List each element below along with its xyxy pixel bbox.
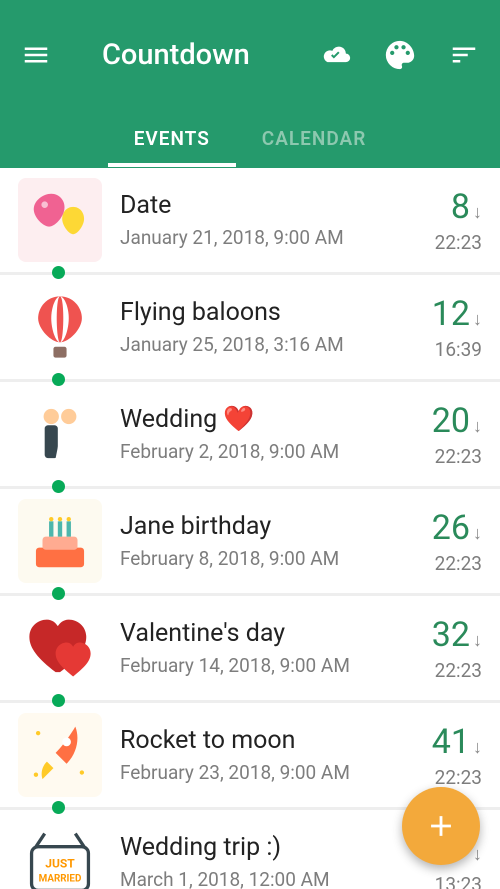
event-time: 22:23: [435, 445, 482, 468]
event-title: Date: [120, 191, 171, 220]
event-title: Rocket to moon: [120, 726, 295, 755]
event-time: 22:23: [435, 766, 482, 789]
palette-icon[interactable]: [382, 37, 418, 73]
event-days: 12: [432, 294, 470, 334]
arrow-down-icon: ↓: [473, 630, 482, 651]
event-date: March 1, 2018, 12:00 AM: [120, 868, 424, 889]
timeline-dot: [52, 587, 65, 600]
add-event-fab[interactable]: [402, 787, 480, 865]
cloud-check-icon[interactable]: [318, 37, 354, 73]
event-date: February 23, 2018, 9:00 AM: [120, 761, 424, 784]
event-date: February 14, 2018, 9:00 AM: [120, 654, 424, 677]
event-row[interactable]: Wedding ❤️ February 2, 2018, 9:00 AM 20↓…: [0, 382, 500, 486]
event-title: Wedding trip :): [120, 833, 281, 862]
event-thumb-hearts-icon: [18, 606, 102, 690]
arrow-down-icon: ↓: [473, 309, 482, 330]
event-thumb-cake-icon: [18, 499, 102, 583]
app-title: Countdown: [102, 38, 290, 72]
timeline-dot: [52, 801, 65, 814]
event-days: 8: [451, 187, 470, 227]
event-time: 16:39: [435, 338, 482, 361]
event-title: Valentine's day: [120, 619, 285, 648]
svg-text:MARRIED: MARRIED: [39, 874, 82, 885]
arrow-down-icon: ↓: [473, 844, 482, 865]
event-time: 22:23: [435, 659, 482, 682]
event-thumb-balloons-icon: [18, 178, 102, 262]
event-row[interactable]: Valentine's day February 14, 2018, 9:00 …: [0, 596, 500, 700]
event-date: February 8, 2018, 9:00 AM: [120, 547, 424, 570]
heart-icon: ❤️: [223, 405, 254, 434]
svg-text:JUST: JUST: [45, 856, 75, 870]
event-date: February 2, 2018, 9:00 AM: [120, 440, 424, 463]
plus-icon: [424, 809, 458, 843]
event-date: January 25, 2018, 3:16 AM: [120, 333, 424, 356]
timeline-dot: [52, 266, 65, 279]
sort-icon[interactable]: [446, 37, 482, 73]
tab-events[interactable]: EVENTS: [108, 111, 236, 167]
timeline-dot: [52, 373, 65, 386]
event-row[interactable]: Jane birthday February 8, 2018, 9:00 AM …: [0, 489, 500, 593]
app-bar: Countdown: [0, 0, 500, 110]
tab-bar: EVENTS CALENDAR: [0, 110, 500, 168]
event-title: Wedding: [120, 405, 217, 434]
event-thumb-hotair-icon: [18, 285, 102, 369]
event-thumb-rocket-icon: [18, 713, 102, 797]
arrow-down-icon: ↓: [473, 523, 482, 544]
event-time: 22:23: [435, 552, 482, 575]
tab-calendar[interactable]: CALENDAR: [236, 111, 392, 167]
event-list: Date January 21, 2018, 9:00 AM 8↓ 22:23 …: [0, 168, 500, 889]
event-time: 22:23: [435, 231, 482, 254]
event-days: 41: [432, 722, 470, 762]
event-days: 32: [432, 615, 470, 655]
arrow-down-icon: ↓: [473, 737, 482, 758]
event-time: 13:23: [435, 873, 482, 889]
event-thumb-couple-icon: [18, 392, 102, 476]
arrow-down-icon: ↓: [473, 202, 482, 223]
event-title: Flying baloons: [120, 298, 281, 327]
timeline-dot: [52, 480, 65, 493]
menu-icon[interactable]: [18, 37, 54, 73]
event-row[interactable]: Flying baloons January 25, 2018, 3:16 AM…: [0, 275, 500, 379]
event-days: 26: [432, 508, 470, 548]
timeline-dot: [52, 694, 65, 707]
arrow-down-icon: ↓: [473, 416, 482, 437]
event-thumb-justmarried-icon: JUST MARRIED: [18, 820, 102, 889]
event-date: January 21, 2018, 9:00 AM: [120, 226, 427, 249]
event-row[interactable]: Date January 21, 2018, 9:00 AM 8↓ 22:23: [0, 168, 500, 272]
event-title: Jane birthday: [120, 512, 271, 541]
event-days: 20: [432, 401, 470, 441]
